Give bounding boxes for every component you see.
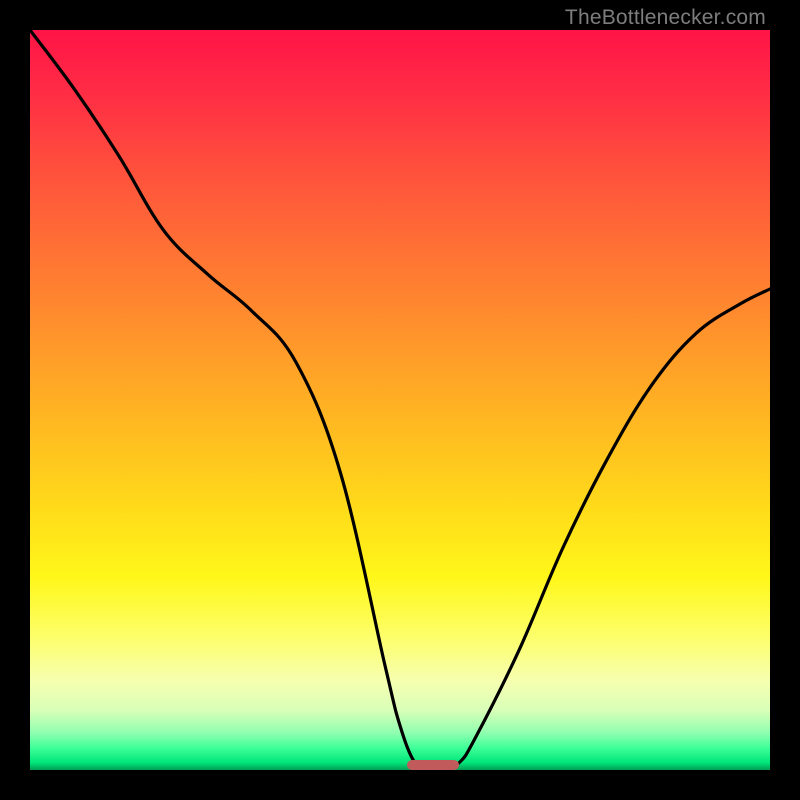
watermark-text: TheBottlenecker.com (565, 6, 766, 30)
bottleneck-curve (30, 30, 770, 770)
optimum-range-marker (407, 760, 459, 770)
plot-area (30, 30, 770, 770)
chart-frame: TheBottlenecker.com (0, 0, 800, 800)
